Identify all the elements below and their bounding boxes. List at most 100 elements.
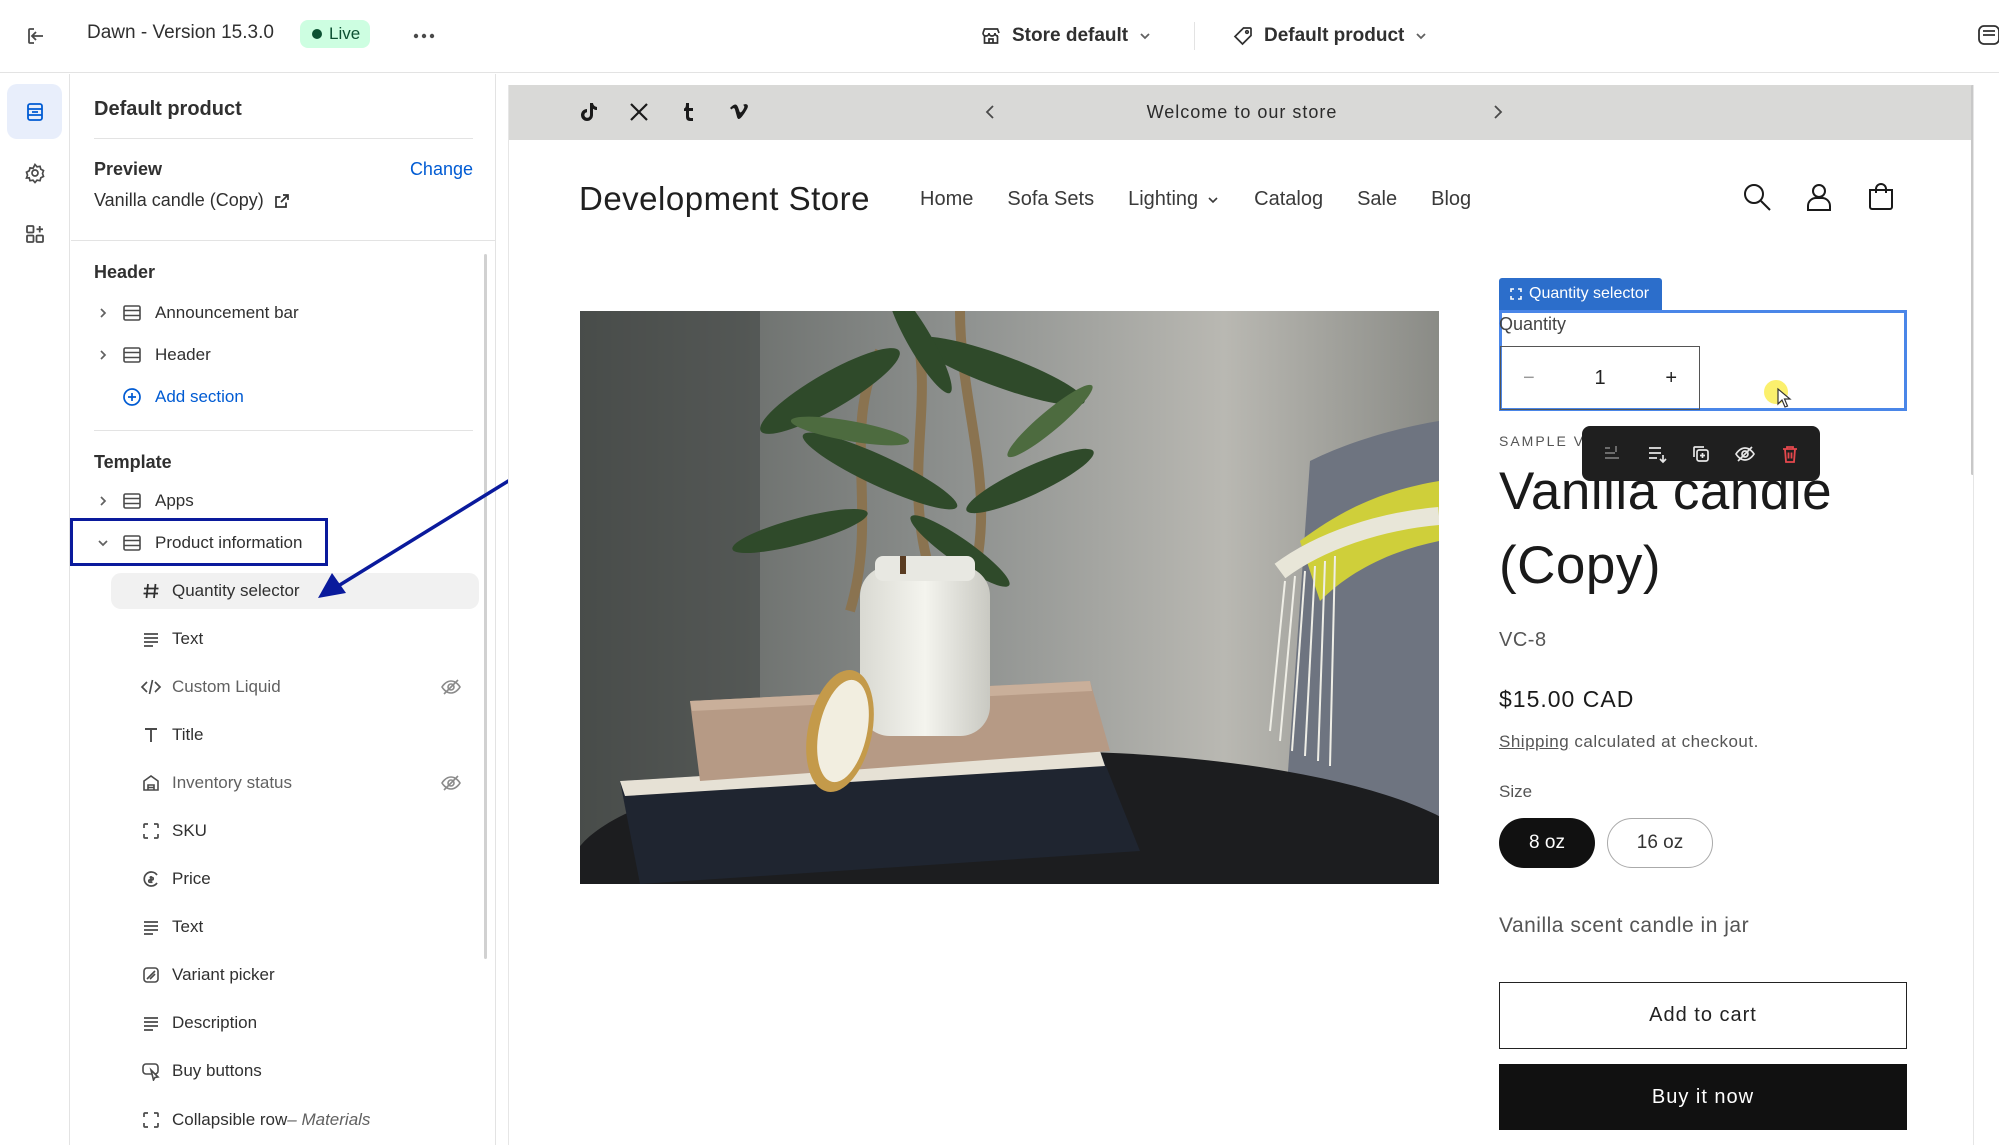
block-label: Quantity selector (172, 581, 300, 600)
block-label: Collapsible row (172, 1110, 288, 1129)
main-nav: Home Sofa Sets Lighting Catalog Sale Blo… (920, 188, 1471, 211)
hidden-eye-icon[interactable] (440, 772, 462, 794)
buy-it-now-button[interactable]: Buy it now (1499, 1064, 1907, 1130)
sections-sidebar: Default product Preview Change Vanilla c… (71, 74, 496, 1145)
product-title-line: (Copy) (1499, 536, 1662, 595)
header-group-title: Header (94, 262, 156, 282)
hidden-eye-icon[interactable] (440, 676, 462, 698)
preview-product[interactable]: Vanilla candle (Copy) (94, 190, 290, 211)
nav-item-home[interactable]: Home (920, 188, 973, 211)
tag-icon (1233, 27, 1252, 46)
move-icon[interactable] (1646, 443, 1668, 465)
quantity-value[interactable]: 1 (1594, 367, 1605, 390)
template-group-title: Template (94, 452, 172, 472)
divider (94, 138, 473, 139)
nav-item-catalog[interactable]: Catalog (1254, 188, 1323, 211)
store-logo-text[interactable]: Development Store (579, 180, 870, 218)
text-align-icon (140, 1012, 162, 1034)
block-text[interactable]: Text (71, 621, 496, 657)
block-price[interactable]: Price (71, 861, 496, 897)
hash-icon (140, 580, 162, 602)
section-header[interactable]: Header (71, 337, 496, 373)
divider (71, 240, 495, 241)
nav-item-lighting[interactable]: Lighting (1128, 188, 1220, 211)
section-announcement-bar[interactable]: Announcement bar (71, 295, 496, 331)
sections-icon[interactable] (7, 84, 62, 139)
block-label: Buy buttons (172, 1061, 262, 1080)
chevron-right-icon[interactable] (95, 495, 111, 507)
selected-block-tag[interactable]: Quantity selector (1499, 278, 1663, 310)
frame-icon (140, 820, 162, 842)
block-text[interactable]: Text (71, 909, 496, 945)
size-label: Size (1499, 782, 1533, 801)
code-icon (140, 676, 162, 698)
cart-icon[interactable] (1865, 181, 1897, 213)
search-icon[interactable] (1741, 181, 1773, 213)
section-icon (121, 344, 143, 366)
block-custom-liquid[interactable]: Custom Liquid (71, 669, 496, 705)
block-label: Custom Liquid (172, 677, 281, 696)
exit-icon[interactable] (20, 20, 52, 52)
chevron-down-icon (1208, 196, 1218, 203)
plus-icon[interactable]: + (1665, 367, 1677, 390)
product-selector[interactable]: Default product (1232, 18, 1428, 54)
nav-item-label: Lighting (1128, 188, 1199, 210)
editor-rail (0, 74, 70, 1145)
block-inventory-status[interactable]: Inventory status (71, 765, 496, 801)
preview-scrollbar[interactable] (1971, 85, 1973, 475)
size-option-8oz[interactable]: 8 oz (1499, 818, 1595, 868)
chevron-right-icon[interactable] (95, 307, 111, 319)
quantity-stepper[interactable]: − 1 + (1500, 346, 1700, 410)
shipping-link[interactable]: Shipping (1499, 732, 1569, 751)
block-label: Text (172, 917, 204, 936)
block-sku[interactable]: SKU (71, 813, 496, 849)
block-label: Variant picker (172, 965, 275, 984)
block-toolbar (1582, 426, 1820, 481)
block-buy-buttons[interactable]: Buy buttons (71, 1053, 496, 1089)
delete-icon[interactable] (1779, 443, 1801, 465)
product-price: $15.00 CAD (1499, 686, 1635, 712)
block-label: Title (172, 725, 204, 744)
select-parent-icon[interactable] (1601, 443, 1623, 465)
add-to-cart-button[interactable]: Add to cart (1499, 982, 1907, 1049)
minus-icon[interactable]: − (1523, 367, 1535, 390)
settings-icon[interactable] (7, 145, 62, 200)
nav-item-sofa-sets[interactable]: Sofa Sets (1007, 188, 1094, 211)
external-link-icon (274, 193, 289, 208)
nav-item-blog[interactable]: Blog (1431, 188, 1471, 211)
live-label: Live (329, 24, 361, 43)
nav-item-sale[interactable]: Sale (1357, 188, 1397, 211)
preview-product-label: Vanilla candle (Copy) (94, 190, 264, 210)
block-description[interactable]: Description (71, 1005, 496, 1041)
block-title[interactable]: Title (71, 717, 496, 753)
store-selector-label: Store default (1012, 25, 1129, 46)
apps-icon[interactable] (7, 206, 62, 261)
section-label: Apps (155, 491, 194, 510)
editor-topbar: Dawn - Version 15.3.0 Live Store default… (0, 0, 1999, 73)
section-icon (121, 490, 143, 512)
more-actions-icon[interactable] (408, 20, 440, 52)
shipping-note-text: calculated at checkout. (1569, 732, 1759, 751)
product-selector-label: Default product (1264, 25, 1405, 46)
product-image[interactable] (580, 311, 1439, 884)
block-label: Inventory status (172, 773, 293, 792)
block-label: Text (172, 629, 204, 648)
chevron-down-icon (1140, 33, 1150, 40)
product-sku: VC-8 (1499, 629, 1547, 651)
chevron-right-icon[interactable] (1491, 103, 1505, 121)
change-preview-link[interactable]: Change (410, 159, 473, 180)
chevron-right-icon[interactable] (95, 349, 111, 361)
block-variant-picker[interactable]: Variant picker (71, 957, 496, 993)
hide-icon[interactable] (1734, 443, 1756, 465)
store-selector[interactable]: Store default (980, 18, 1152, 54)
viewport-icon[interactable] (1976, 22, 1999, 48)
section-icon (121, 302, 143, 324)
product-description: Vanilla scent candle in jar (1499, 914, 1750, 937)
block-label: SKU (172, 821, 207, 840)
section-label: Announcement bar (155, 303, 299, 322)
size-option-16oz[interactable]: 16 oz (1607, 818, 1713, 868)
account-icon[interactable] (1803, 181, 1835, 213)
add-section-button[interactable]: Add section (71, 379, 496, 415)
block-collapsible-row[interactable]: Collapsible row – Materials (71, 1102, 496, 1138)
duplicate-icon[interactable] (1690, 443, 1712, 465)
